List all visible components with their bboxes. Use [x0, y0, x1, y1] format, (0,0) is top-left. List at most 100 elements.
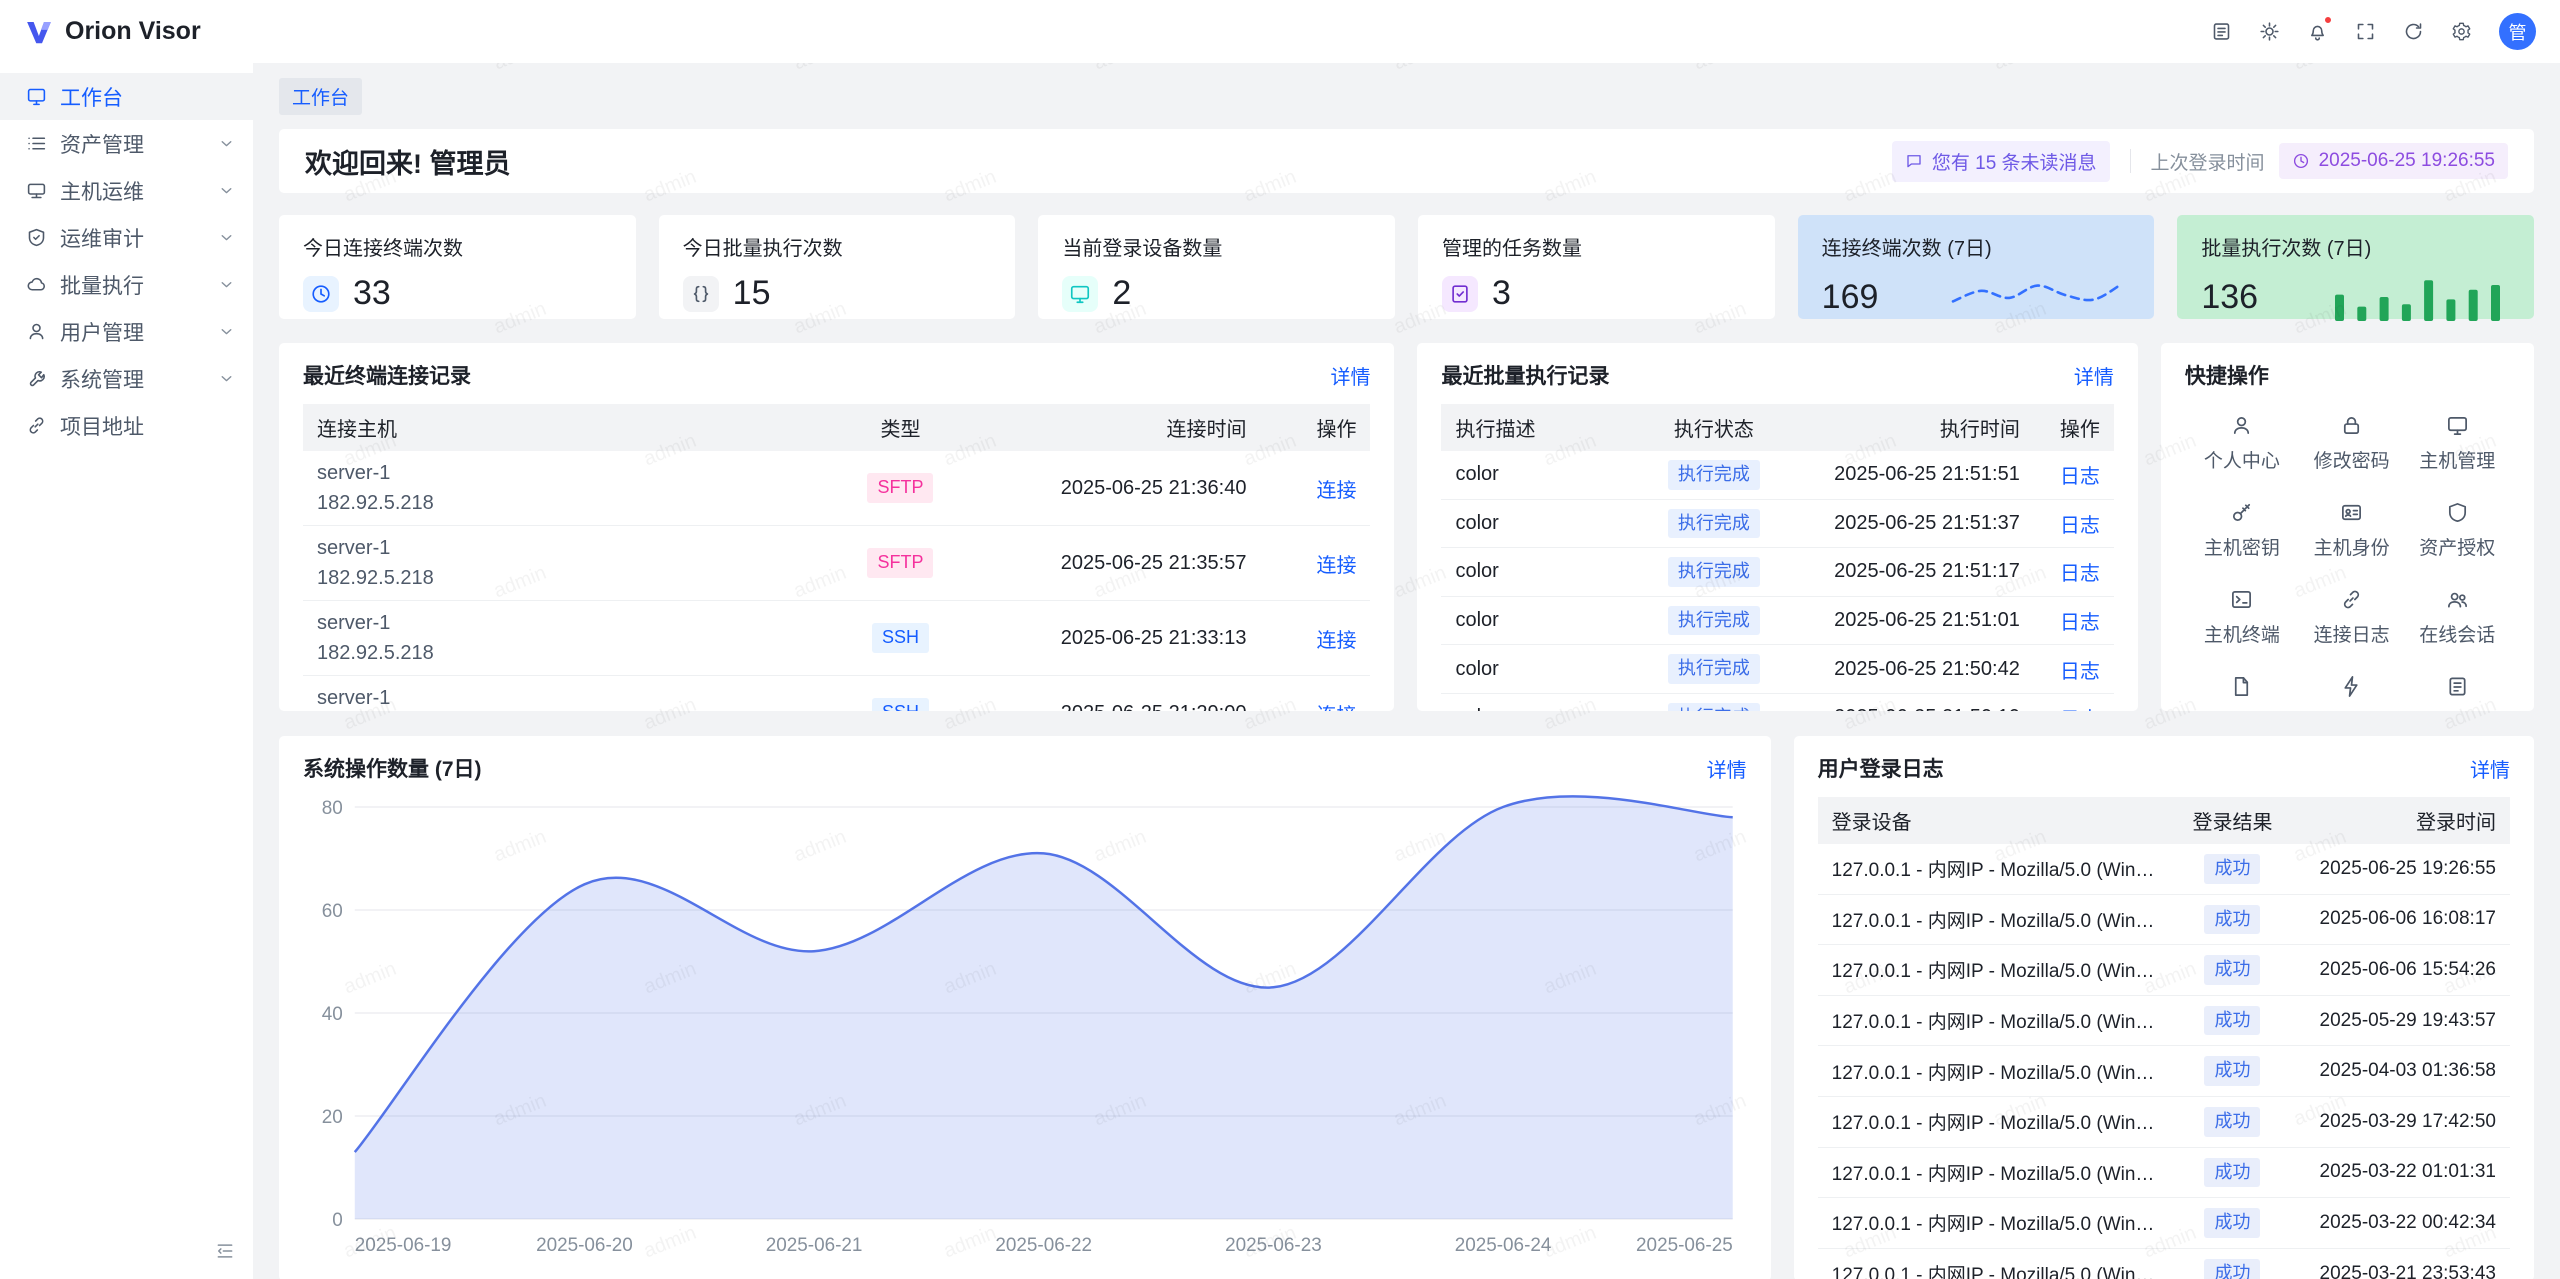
dashboard-icon	[26, 86, 47, 107]
svg-text:2025-06-22: 2025-06-22	[995, 1235, 1092, 1256]
col-header: 登录结果	[2170, 797, 2295, 844]
quick-action[interactable]: 主机管理	[2404, 414, 2510, 473]
login-result-badge: 成功	[2204, 1208, 2260, 1238]
quick-action[interactable]: 修改密码	[2299, 414, 2405, 473]
login-log-detail-link[interactable]: 详情	[2470, 754, 2510, 783]
svg-text:2025-06-23: 2025-06-23	[1225, 1235, 1322, 1256]
shield-icon	[2446, 501, 2469, 524]
login-time: 2025-03-22 00:42:34	[2295, 1198, 2510, 1249]
login-device: 127.0.0.1 - 内网IP - Mozilla/5.0 (Windows …	[1818, 1147, 2170, 1198]
notifications-bell-icon[interactable]	[2297, 12, 2337, 52]
quick-action-label: 命令执行	[2314, 707, 2390, 711]
col-header: 执行状态	[1634, 404, 1794, 451]
notification-dot	[2323, 15, 2333, 25]
main-content: 工作台 欢迎回来! 管理员 您有 15 条未读消息 上次登录时间 2025-06…	[253, 63, 2560, 1279]
login-time: 2025-03-29 17:42:50	[2295, 1096, 2510, 1147]
stat-value: 3	[1492, 274, 1511, 313]
document-icon[interactable]	[2201, 12, 2241, 52]
connection-time: 2025-06-25 21:33:13	[975, 601, 1260, 676]
stat-value: 15	[733, 274, 771, 313]
col-header: 登录设备	[1818, 797, 2170, 844]
quick-action[interactable]: 命令执行	[2299, 675, 2405, 711]
login-log-panel: 用户登录日志 详情 登录设备 登录结果 登录时间 127.0.0.1 -	[1794, 736, 2534, 1279]
link-icon	[2340, 588, 2363, 611]
quick-action-label: 主机密钥	[2204, 533, 2280, 560]
quick-action[interactable]: 连接日志	[2299, 588, 2405, 647]
host-name: server-1	[317, 535, 811, 561]
quick-actions-panel: 快捷操作 个人中心 修改密码	[2161, 343, 2534, 711]
quick-action[interactable]: 文件操作日志	[2185, 675, 2299, 711]
breadcrumb-item-workbench[interactable]: 工作台	[279, 78, 362, 115]
login-device: 127.0.0.1 - 内网IP - Mozilla/5.0 (Windows …	[1818, 1046, 2170, 1097]
quick-action[interactable]: 主机终端	[2185, 588, 2299, 647]
connect-link[interactable]: 连接	[1316, 555, 1356, 577]
quick-action[interactable]: 个人中心	[2185, 414, 2299, 473]
svg-text:2025-06-21: 2025-06-21	[766, 1235, 863, 1256]
log-link[interactable]: 日志	[2060, 661, 2100, 683]
theme-sun-icon[interactable]	[2249, 12, 2289, 52]
exec-description: color	[1441, 645, 1633, 694]
batch-detail-link[interactable]: 详情	[2074, 361, 2114, 390]
sidebar-item[interactable]: 工作台	[0, 73, 253, 120]
panel-title: 用户登录日志	[1818, 753, 1944, 783]
quick-action[interactable]: 资产授权	[2404, 501, 2510, 560]
connect-link[interactable]: 连接	[1316, 480, 1356, 502]
log-link[interactable]: 日志	[2060, 563, 2100, 585]
quick-action[interactable]: 主机密钥	[2185, 501, 2299, 560]
sidebar-item[interactable]: 用户管理	[0, 308, 253, 355]
sidebar-item[interactable]: 运维审计	[0, 214, 253, 261]
quick-action-label: 资产授权	[2419, 533, 2495, 560]
log-icon	[2446, 675, 2469, 698]
idcard-icon	[2340, 501, 2363, 524]
sidebar-item[interactable]: 资产管理	[0, 120, 253, 167]
login-time: 2025-06-06 16:08:17	[2295, 894, 2510, 945]
col-header: 登录时间	[2295, 797, 2510, 844]
log-link[interactable]: 日志	[2060, 515, 2100, 537]
login-device: 127.0.0.1 - 内网IP - Mozilla/5.0 (Windows …	[1818, 844, 2170, 894]
log-link[interactable]: 日志	[2060, 466, 2100, 488]
exec-description: color	[1441, 499, 1633, 548]
svg-text:2025-06-25: 2025-06-25	[1636, 1235, 1733, 1256]
exec-status-badge: 执行完成	[1668, 557, 1760, 587]
col-header: 类型	[825, 404, 975, 451]
log-link[interactable]: 日志	[2060, 709, 2100, 711]
fullscreen-icon[interactable]	[2345, 12, 2385, 52]
table-row: 127.0.0.1 - 内网IP - Mozilla/5.0 (Windows …	[1818, 1248, 2510, 1279]
sidebar-item[interactable]: 项目地址	[0, 402, 253, 449]
unread-messages-badge[interactable]: 您有 15 条未读消息	[1892, 141, 2110, 182]
sidebar-item[interactable]: 系统管理	[0, 355, 253, 402]
connect-link[interactable]: 连接	[1316, 630, 1356, 652]
system-ops-detail-link[interactable]: 详情	[1707, 754, 1747, 783]
host-ip: 182.92.5.218	[317, 640, 811, 666]
stat-card-login-devices: 当前登录设备数量 2	[1038, 215, 1395, 319]
col-header: 执行描述	[1441, 404, 1633, 451]
exec-status-badge: 执行完成	[1668, 654, 1760, 684]
sidebar-item[interactable]: 批量执行	[0, 261, 253, 308]
sidebar-item-label: 项目地址	[60, 411, 205, 441]
login-device: 127.0.0.1 - 内网IP - Mozilla/5.0 (Windows …	[1818, 1248, 2170, 1279]
user-avatar[interactable]: 管	[2499, 13, 2536, 50]
quick-action[interactable]: 执行日志	[2404, 675, 2510, 711]
clock-icon	[303, 276, 339, 312]
app-header: Orion Visor 管	[0, 0, 2560, 63]
settings-gear-icon[interactable]	[2441, 12, 2481, 52]
sidebar: 工作台 资产管理 主机运维	[0, 63, 253, 1279]
tasks-icon	[1442, 276, 1478, 312]
stat-value: 136	[2201, 278, 2258, 317]
quick-action[interactable]: 主机身份	[2299, 501, 2405, 560]
sidebar-item[interactable]: 主机运维	[0, 167, 253, 214]
session-icon	[2446, 588, 2469, 611]
stat-card-terminal-7d: 连接终端次数 (7日) 169	[1798, 215, 2155, 319]
log-link[interactable]: 日志	[2060, 612, 2100, 634]
quick-action[interactable]: 在线会话	[2404, 588, 2510, 647]
app-logo[interactable]: Orion Visor	[24, 17, 201, 47]
exec-time: 2025-06-25 21:51:17	[1794, 548, 2034, 597]
sidebar-collapse-icon[interactable]	[209, 1235, 241, 1267]
exec-description: color	[1441, 548, 1633, 597]
last-login-label: 上次登录时间	[2151, 148, 2265, 175]
connection-time: 2025-06-25 21:36:40	[975, 451, 1260, 526]
refresh-icon[interactable]	[2393, 12, 2433, 52]
terminal-detail-link[interactable]: 详情	[1330, 361, 1370, 390]
table-row: 127.0.0.1 - 内网IP - Mozilla/5.0 (Windows …	[1818, 894, 2510, 945]
connect-link[interactable]: 连接	[1316, 705, 1356, 712]
